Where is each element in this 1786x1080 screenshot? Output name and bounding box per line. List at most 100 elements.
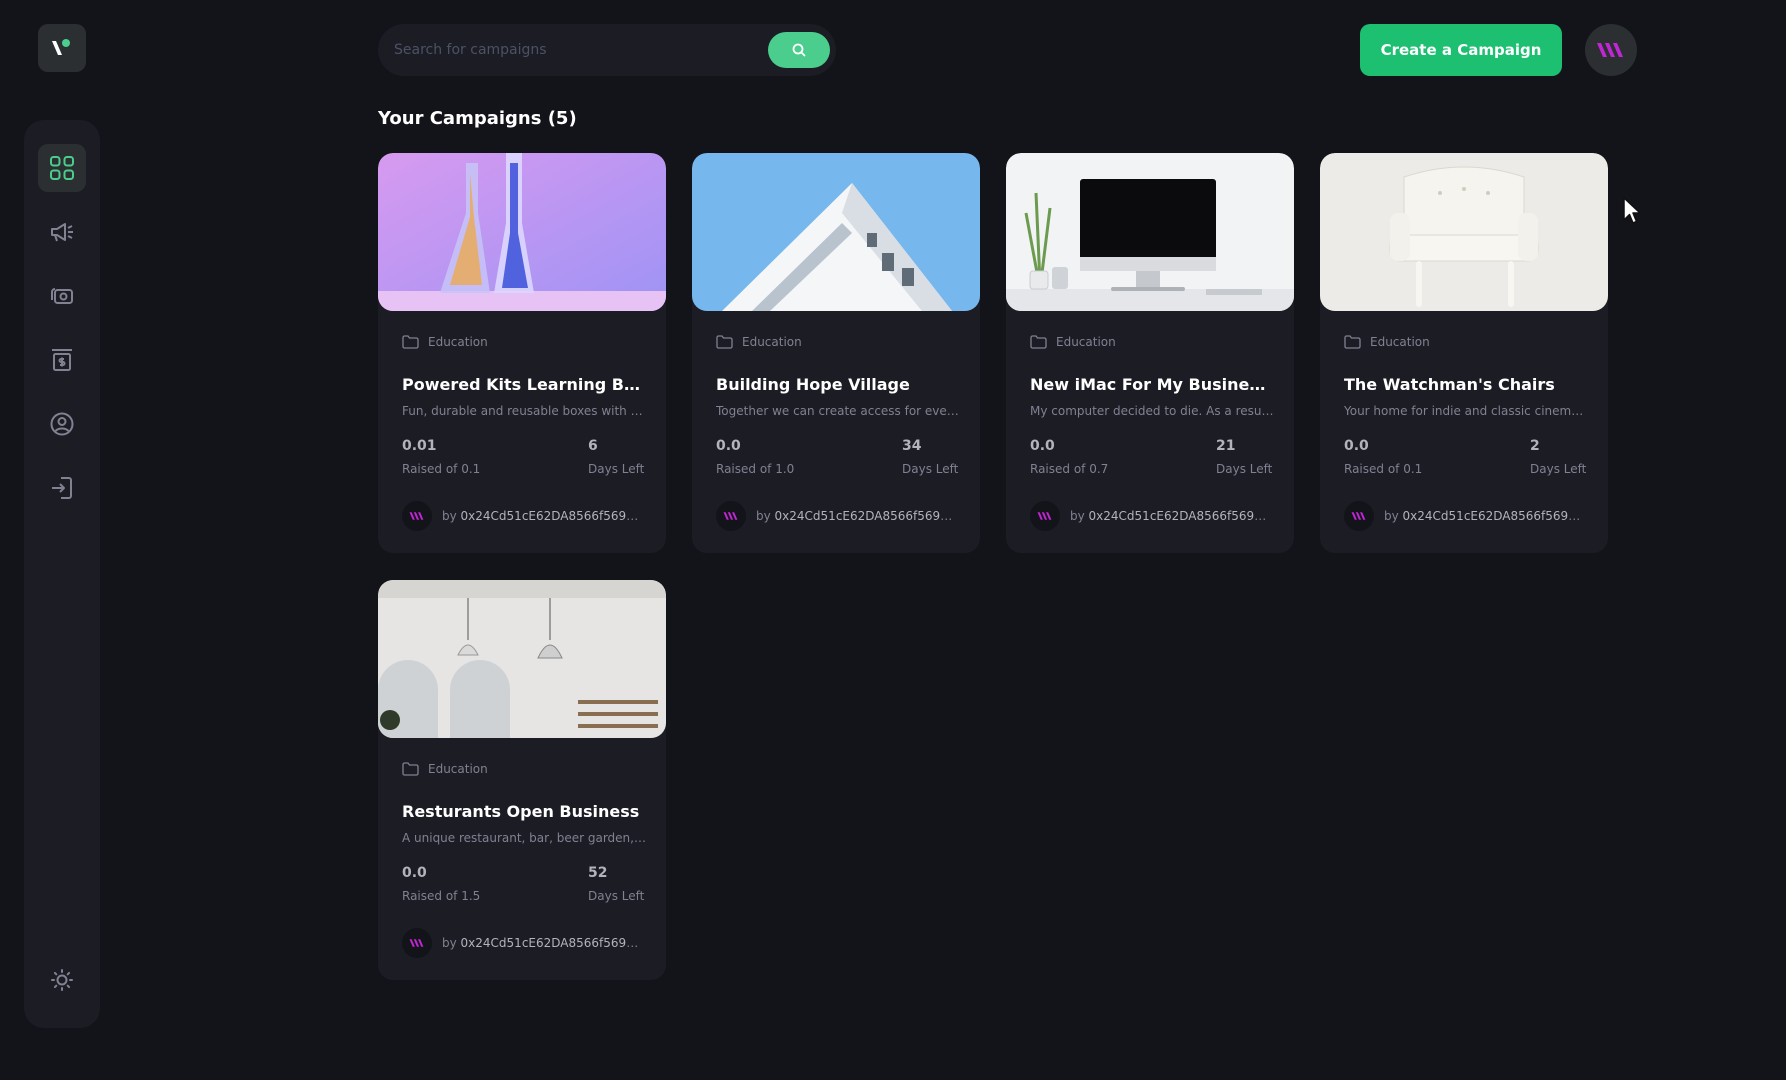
- campaign-description: Your home for indie and classic cinema l…: [1344, 404, 1588, 418]
- amount-raised: 0.0: [402, 865, 427, 881]
- campaign-owner: by 0x24Cd51cE62DA8566f569261c2e8b7a1a0a8…: [1030, 501, 1270, 531]
- owner-address: 0x24Cd51cE62DA8566f569261c2e8b7a1a0a8b3b…: [774, 509, 956, 523]
- sidebar: [24, 120, 100, 1028]
- campaign-owner: by 0x24Cd51cE62DA8566f569261c2e8b7a1a0a8…: [402, 928, 642, 958]
- brand-avatar-icon: [409, 939, 424, 947]
- owner-prefix: by: [1384, 509, 1403, 523]
- logout-icon: [52, 477, 72, 499]
- brand-avatar-icon: [1037, 512, 1052, 520]
- theme-toggle[interactable]: [38, 956, 86, 1004]
- page-title: Your Campaigns (5): [378, 108, 577, 129]
- dashboard-icon: [50, 156, 74, 180]
- owner-avatar: [716, 501, 746, 531]
- owner-avatar: [402, 501, 432, 531]
- owner-prefix: by: [442, 936, 461, 950]
- brand-avatar-icon: [723, 512, 738, 520]
- brand-avatar-icon: [1351, 512, 1366, 520]
- owner-prefix: by: [756, 509, 775, 523]
- owner-avatar: [1344, 501, 1374, 531]
- nav-logout[interactable]: [38, 464, 86, 512]
- campaign-card[interactable]: Education Powered Kits Learning Boxes Fu…: [378, 153, 666, 553]
- owner-text: by 0x24Cd51cE62DA8566f569261c2e8b7a1a0a8…: [442, 936, 642, 950]
- campaign-category: Education: [402, 762, 488, 776]
- days-left-value: 6: [588, 438, 598, 454]
- owner-avatar: [402, 928, 432, 958]
- campaign-card[interactable]: Education The Watchman's Chairs Your hom…: [1320, 153, 1608, 553]
- campaign-image: [692, 153, 980, 311]
- logo-icon: [52, 39, 70, 55]
- owner-avatar: [1030, 501, 1060, 531]
- category-label: Education: [1056, 335, 1116, 349]
- days-left-value: 2: [1530, 438, 1540, 454]
- campaign-category: Education: [402, 335, 488, 349]
- search-input[interactable]: [394, 24, 734, 76]
- brand-avatar-icon: [409, 512, 424, 520]
- campaign-description: A unique restaurant, bar, beer garden, a…: [402, 831, 646, 845]
- nav-profile[interactable]: [38, 400, 86, 448]
- mouse-cursor-icon: [1623, 197, 1641, 224]
- campaign-image: [1006, 153, 1294, 311]
- user-avatar[interactable]: [1585, 24, 1637, 76]
- campaign-title: Building Hope Village: [716, 375, 910, 394]
- megaphone-icon: [51, 223, 73, 242]
- days-left-label: Days Left: [588, 462, 645, 476]
- owner-prefix: by: [1070, 509, 1089, 523]
- nav-campaign[interactable]: [38, 208, 86, 256]
- owner-prefix: by: [442, 509, 461, 523]
- campaign-owner: by 0x24Cd51cE62DA8566f569261c2e8b7a1a0a8…: [402, 501, 642, 531]
- campaign-category: Education: [1344, 335, 1430, 349]
- campaign-card[interactable]: Education Resturants Open Business A uni…: [378, 580, 666, 980]
- folder-icon: [716, 335, 733, 349]
- days-left-value: 34: [902, 438, 922, 454]
- campaign-title: The Watchman's Chairs: [1344, 375, 1555, 394]
- owner-text: by 0x24Cd51cE62DA8566f569261c2e8b7a1a0a8…: [442, 509, 642, 523]
- campaign-category: Education: [1030, 335, 1116, 349]
- search-icon: [792, 43, 806, 57]
- owner-address: 0x24Cd51cE62DA8566f569261c2e8b7a1a0a8b3b…: [460, 509, 642, 523]
- nav-dashboard[interactable]: [38, 144, 86, 192]
- campaign-description: Together we can create access for everyo…: [716, 404, 960, 418]
- raised-of-label: Raised of 0.1: [402, 462, 481, 476]
- campaign-title: Powered Kits Learning Boxes: [402, 375, 646, 394]
- category-label: Education: [428, 335, 488, 349]
- days-left-label: Days Left: [588, 889, 645, 903]
- owner-text: by 0x24Cd51cE62DA8566f569261c2e8b7a1a0a8…: [1384, 509, 1584, 523]
- campaign-card[interactable]: Education New iMac For My Business! My c…: [1006, 153, 1294, 553]
- sun-icon: [51, 969, 73, 991]
- withdraw-icon: [52, 349, 72, 371]
- campaign-image: [378, 580, 666, 738]
- category-label: Education: [742, 335, 802, 349]
- nav-withdraw[interactable]: [38, 336, 86, 384]
- owner-address: 0x24Cd51cE62DA8566f569261c2e8b7a1a0a8b3b…: [1088, 509, 1270, 523]
- days-left-value: 21: [1216, 438, 1236, 454]
- app-logo[interactable]: [38, 24, 86, 72]
- folder-icon: [402, 335, 419, 349]
- days-left-label: Days Left: [902, 462, 959, 476]
- days-left-label: Days Left: [1216, 462, 1273, 476]
- campaign-title: New iMac For My Business!: [1030, 375, 1274, 394]
- campaign-title: Resturants Open Business: [402, 802, 640, 821]
- amount-raised: 0.0: [1030, 438, 1055, 454]
- raised-of-label: Raised of 0.1: [1344, 462, 1423, 476]
- days-left-label: Days Left: [1530, 462, 1587, 476]
- campaign-description: My computer decided to die. As a result …: [1030, 404, 1274, 418]
- campaign-card[interactable]: Education Building Hope Village Together…: [692, 153, 980, 553]
- campaign-image: [378, 153, 666, 311]
- nav-payment[interactable]: [38, 272, 86, 320]
- search-bar: [378, 24, 836, 76]
- create-campaign-button[interactable]: Create a Campaign: [1360, 24, 1562, 76]
- amount-raised: 0.0: [1344, 438, 1369, 454]
- folder-icon: [1030, 335, 1047, 349]
- campaign-description: Fun, durable and reusable boxes with eco…: [402, 404, 646, 418]
- campaign-owner: by 0x24Cd51cE62DA8566f569261c2e8b7a1a0a8…: [1344, 501, 1584, 531]
- raised-of-label: Raised of 1.0: [716, 462, 795, 476]
- owner-text: by 0x24Cd51cE62DA8566f569261c2e8b7a1a0a8…: [756, 509, 956, 523]
- category-label: Education: [1370, 335, 1430, 349]
- folder-icon: [1344, 335, 1361, 349]
- amount-raised: 0.01: [402, 438, 437, 454]
- category-label: Education: [428, 762, 488, 776]
- owner-address: 0x24Cd51cE62DA8566f569261c2e8b7a1a0a8b3b…: [460, 936, 642, 950]
- days-left-value: 52: [588, 865, 608, 881]
- search-button[interactable]: [768, 32, 830, 68]
- raised-of-label: Raised of 1.5: [402, 889, 481, 903]
